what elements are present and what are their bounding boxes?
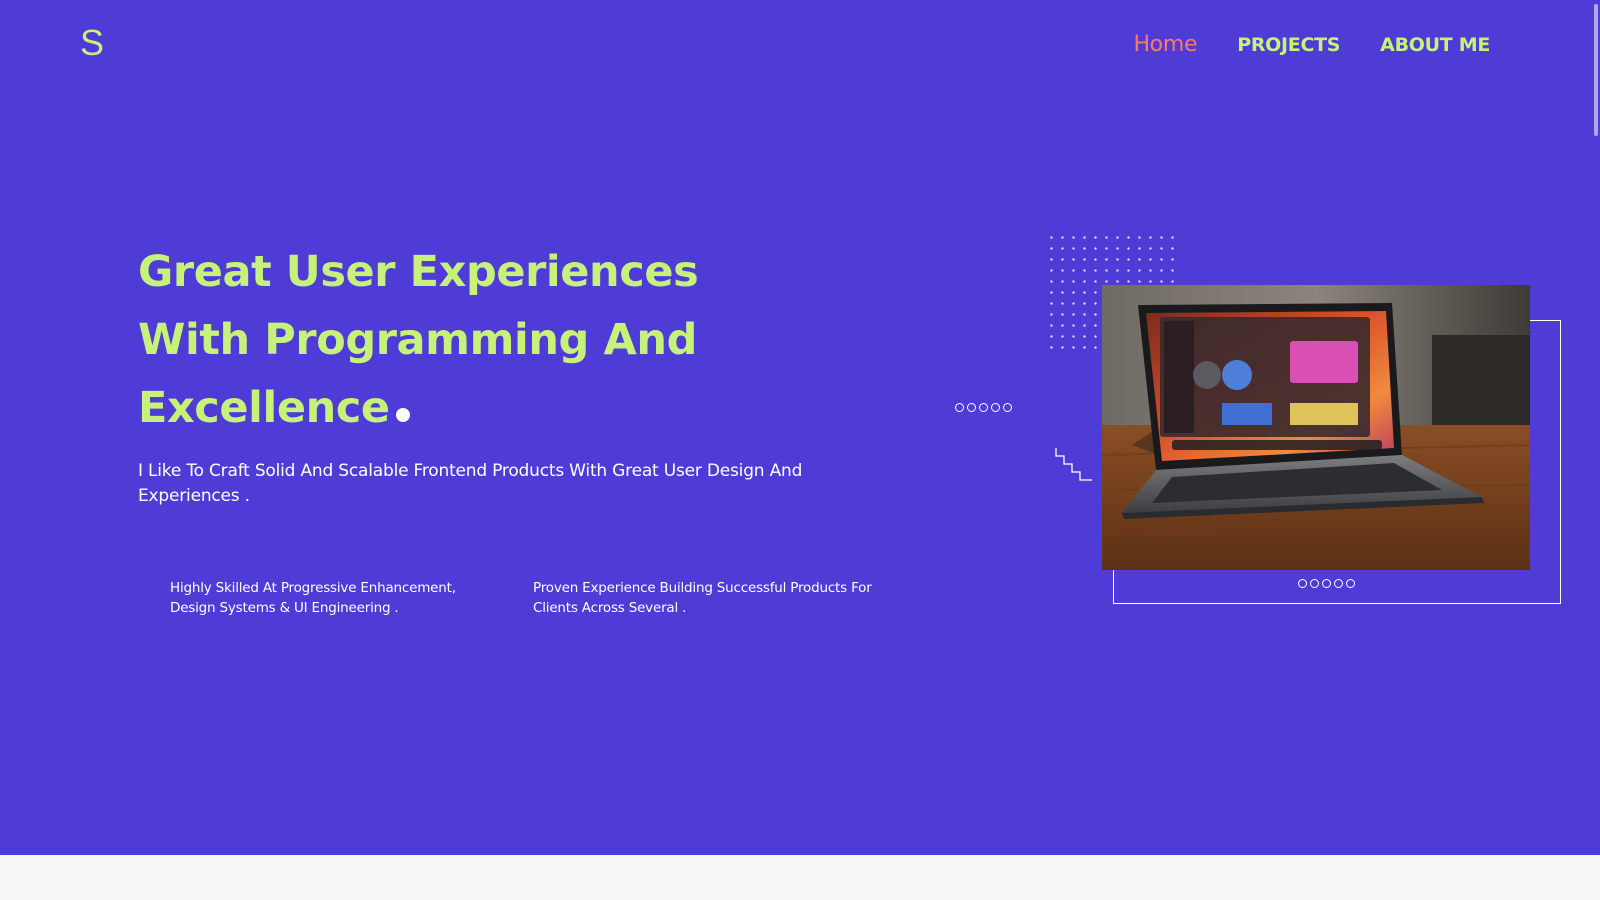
scrollbar-thumb[interactable]	[1594, 4, 1598, 136]
scrollbar[interactable]	[1592, 0, 1600, 855]
hero-title-line-3-wrap-b: Excellence	[138, 374, 858, 442]
hero-subtitle: I Like To Craft Solid And Scalable Front…	[138, 461, 803, 506]
hero-title-line-2: With Programming And	[138, 315, 697, 365]
laptop-photo	[1102, 285, 1530, 570]
hero-title: Great User Experiences With Programming …	[138, 238, 858, 442]
nav-about-link[interactable]: ABOUT ME	[1380, 34, 1490, 56]
feature-list: Highly Skilled At Progressive Enhancemen…	[170, 578, 873, 618]
hero-title-line-3-wrap: With Programming And	[138, 306, 858, 374]
title-dot-icon	[395, 408, 410, 422]
nav-projects-link[interactable]: PROJECTS	[1237, 34, 1340, 56]
circle-row-icon	[955, 403, 1012, 412]
main-nav: Home PROJECTS ABOUT ME	[1133, 32, 1490, 57]
hero-section: S Home PROJECTS ABOUT ME Great User Expe…	[0, 0, 1600, 855]
hero-title-line-1: Great User Experiences	[138, 247, 699, 297]
feature-item: Proven Experience Building Successful Pr…	[533, 580, 872, 616]
lower-section	[0, 855, 1600, 900]
staircase-icon	[1055, 448, 1092, 481]
hero-title-line-3: Excellence	[138, 383, 390, 433]
site-logo[interactable]: S	[80, 22, 105, 64]
feature-item: Highly Skilled At Progressive Enhancemen…	[170, 580, 456, 616]
nav-home-link[interactable]: Home	[1133, 32, 1197, 57]
circle-row-icon	[1298, 579, 1355, 588]
